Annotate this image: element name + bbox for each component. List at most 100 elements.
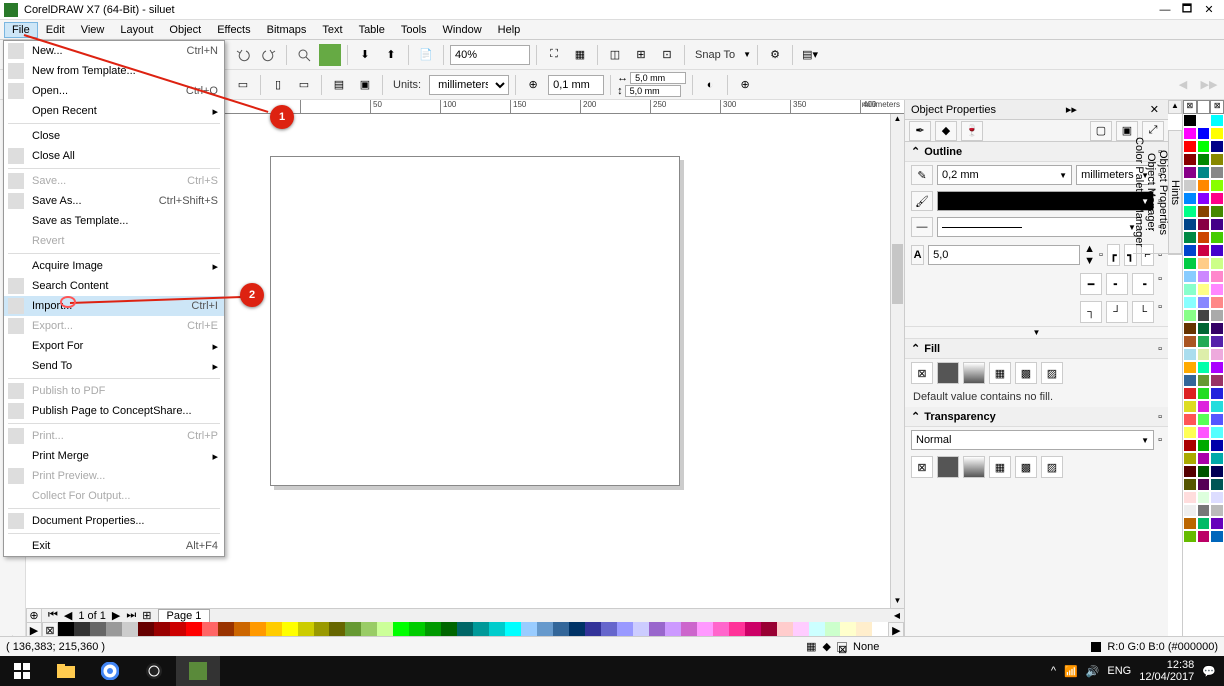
menu-table[interactable]: Table: [351, 22, 393, 38]
color-swatch[interactable]: [1197, 140, 1211, 153]
file-explorer-button[interactable]: [44, 656, 88, 686]
menu-layout[interactable]: Layout: [112, 22, 161, 38]
postscript-fill-button[interactable]: ▨: [1041, 362, 1063, 384]
menu-text[interactable]: Text: [314, 22, 350, 38]
color-swatch[interactable]: [1197, 335, 1211, 348]
gradient-fill-button[interactable]: [963, 362, 985, 384]
last-page-button[interactable]: ⏭: [124, 609, 138, 622]
color-swatch[interactable]: [1210, 348, 1224, 361]
color-swatch[interactable]: [1210, 244, 1224, 257]
color-swatch[interactable]: [1197, 517, 1211, 530]
outline-style-select[interactable]: ▼: [937, 217, 1141, 237]
color-swatch[interactable]: [1197, 270, 1211, 283]
first-page-button[interactable]: ⏮: [46, 609, 60, 622]
tray-expand-icon[interactable]: ^: [1051, 665, 1056, 677]
menu-window[interactable]: Window: [435, 22, 490, 38]
color-swatch[interactable]: [1210, 283, 1224, 296]
color-swatch[interactable]: [1183, 530, 1197, 543]
next-arrow-button[interactable]: ▶▶: [1198, 74, 1220, 96]
color-swatch[interactable]: [1197, 504, 1211, 517]
import-button[interactable]: ⬇: [354, 44, 376, 66]
swatch-no-color[interactable]: ⊠: [1183, 100, 1197, 114]
bitmap-transparency-button[interactable]: ▨: [1041, 456, 1063, 478]
no-fill-button[interactable]: ⊠: [911, 362, 933, 384]
obs-button[interactable]: [132, 656, 176, 686]
color-swatch[interactable]: [1183, 348, 1197, 361]
color-swatch[interactable]: [1183, 283, 1197, 296]
transparency-mode-select[interactable]: Normal▼: [911, 430, 1154, 450]
color-swatch[interactable]: [1183, 270, 1197, 283]
color-swatch[interactable]: [1197, 465, 1211, 478]
undo-button[interactable]: [232, 44, 254, 66]
color-swatch[interactable]: [1197, 322, 1211, 335]
color-swatch[interactable]: [1197, 452, 1211, 465]
color-palette-manager-tab[interactable]: Color Palette Manager: [1133, 131, 1145, 254]
pen-tab-icon[interactable]: ✒: [909, 121, 931, 141]
color-swatch[interactable]: [1210, 335, 1224, 348]
color-swatch[interactable]: [1210, 114, 1224, 127]
color-swatch[interactable]: [1210, 478, 1224, 491]
color-swatch[interactable]: [1183, 127, 1197, 140]
color-swatch[interactable]: [1183, 218, 1197, 231]
menu-item-close-all[interactable]: Close All: [4, 146, 224, 166]
color-swatch[interactable]: [1197, 179, 1211, 192]
next-page-button[interactable]: ▶: [110, 609, 122, 622]
color-swatch[interactable]: [1197, 348, 1211, 361]
outline-width-select[interactable]: 0,2 mm▼: [937, 165, 1072, 185]
color-swatch[interactable]: [1210, 491, 1224, 504]
color-swatch[interactable]: [1183, 361, 1197, 374]
color-swatch[interactable]: [1210, 192, 1224, 205]
position-2-button[interactable]: ┘: [1106, 301, 1128, 323]
scrollbar-thumb[interactable]: [892, 244, 903, 304]
color-swatch[interactable]: [1210, 127, 1224, 140]
color-swatch[interactable]: [1183, 257, 1197, 270]
color-swatch[interactable]: [1183, 413, 1197, 426]
treat-as-filled-button[interactable]: ◐: [699, 74, 721, 96]
color-swatch[interactable]: [1210, 400, 1224, 413]
color-swatch[interactable]: [1183, 231, 1197, 244]
menu-tools[interactable]: Tools: [393, 22, 435, 38]
color-swatch[interactable]: [1197, 244, 1211, 257]
nudge-input[interactable]: [548, 75, 604, 95]
export-button[interactable]: ⬆: [380, 44, 402, 66]
color-swatch[interactable]: [1197, 374, 1211, 387]
color-swatch[interactable]: [1183, 439, 1197, 452]
color-swatch[interactable]: [1183, 296, 1197, 309]
hints-tab[interactable]: Hints: [1169, 131, 1181, 254]
zoom-input[interactable]: [450, 45, 530, 65]
chrome-button[interactable]: [88, 656, 132, 686]
color-swatch[interactable]: [1197, 231, 1211, 244]
color-swatch[interactable]: [1210, 179, 1224, 192]
menu-item-publish-page-to-conceptshare[interactable]: Publish Page to ConceptShare...: [4, 401, 224, 421]
color-swatch[interactable]: [1197, 361, 1211, 374]
fullscreen-button[interactable]: ⛶: [543, 44, 565, 66]
color-swatch[interactable]: [1210, 296, 1224, 309]
menu-object[interactable]: Object: [161, 22, 209, 38]
color-swatch[interactable]: [1210, 517, 1224, 530]
color-swatch[interactable]: [1210, 166, 1224, 179]
landscape-button[interactable]: ▭: [293, 74, 315, 96]
menu-item-open-recent[interactable]: Open Recent▸: [4, 101, 224, 121]
prev-page-button[interactable]: ◀: [62, 609, 74, 622]
swatch-no-color-2[interactable]: ⊠: [1210, 100, 1224, 114]
outline-color-select[interactable]: ▼: [937, 191, 1154, 211]
color-swatch[interactable]: [1197, 400, 1211, 413]
menu-item-acquire-image[interactable]: Acquire Image▸: [4, 256, 224, 276]
color-swatch[interactable]: [1183, 426, 1197, 439]
outline-section-header[interactable]: ⌃Outline▫: [905, 142, 1168, 162]
app-launcher-button[interactable]: ▤▾: [799, 44, 821, 66]
color-swatch[interactable]: [1197, 439, 1211, 452]
pdf-button[interactable]: 📄: [415, 44, 437, 66]
corner-1-button[interactable]: ┏: [1107, 244, 1120, 266]
color-swatch[interactable]: [1210, 218, 1224, 231]
close-button[interactable]: ✕: [1198, 3, 1220, 16]
color-swatch[interactable]: [1210, 465, 1224, 478]
color-swatch[interactable]: [1197, 387, 1211, 400]
color-swatch[interactable]: [1210, 504, 1224, 517]
color-swatch[interactable]: [1183, 400, 1197, 413]
add-page-after-button[interactable]: ⊞: [140, 609, 153, 622]
vertical-scrollbar[interactable]: ▲ ▼: [890, 114, 904, 608]
pattern-transparency-button[interactable]: ▦: [989, 456, 1011, 478]
menu-item-save-as[interactable]: Save As...Ctrl+Shift+S: [4, 191, 224, 211]
menu-item-open[interactable]: Open...Ctrl+O: [4, 81, 224, 101]
